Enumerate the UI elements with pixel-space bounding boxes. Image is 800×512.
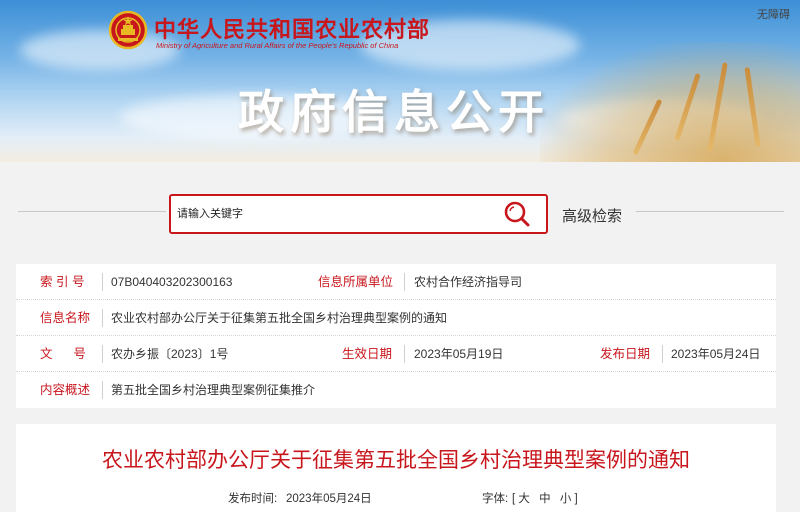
publish-date-label: 发布日期: [600, 347, 651, 361]
summary-value: 第五批全国乡村治理典型案例征集推介: [111, 383, 316, 397]
separator: [102, 345, 103, 363]
separator: [662, 345, 663, 363]
summary-label: 内容概述: [40, 383, 91, 397]
separator: [102, 309, 103, 327]
info-name-value: 农业农村部办公厅关于征集第五批全国乡村治理典型案例的通知: [111, 311, 448, 325]
advanced-search-link[interactable]: 高级检索: [562, 205, 622, 226]
article-title: 农业农村部办公厅关于征集第五批全国乡村治理典型案例的通知: [102, 449, 690, 472]
publish-time-label: 发布时间:: [228, 493, 278, 505]
effective-date-label: 生效日期: [342, 347, 393, 361]
accessibility-link[interactable]: 无障碍: [757, 6, 790, 22]
org-value: 农村合作经济指导司: [414, 275, 523, 289]
national-emblem-icon[interactable]: [108, 10, 148, 50]
effective-date-value: 2023年05月19日: [414, 347, 504, 361]
search-icon: [504, 201, 530, 227]
info-name-label: 信息名称: [40, 311, 91, 325]
org-label: 信息所属单位: [318, 275, 394, 289]
publish-date-value: 2023年05月24日: [671, 347, 761, 361]
page-title: 政府信息公开: [238, 86, 550, 138]
separator: [102, 273, 103, 291]
font-size-small-button[interactable]: 小: [560, 493, 572, 505]
ministry-name[interactable]: 中华人民共和国农业农村部: [154, 12, 430, 44]
doc-number-label: 文 号: [40, 347, 86, 361]
doc-number-value: 农办乡振〔2023〕1号: [111, 347, 229, 361]
font-size-label: 字体:: [482, 493, 509, 505]
article-panel: 农业农村部办公厅关于征集第五批全国乡村治理典型案例的通知 发布时间: 2023年…: [16, 424, 776, 512]
font-size-large-button[interactable]: 大: [518, 493, 530, 505]
publish-time-value: 2023年05月24日: [286, 493, 372, 505]
header-banner: 中华人民共和国农业农村部 Ministry of Agriculture and…: [0, 0, 800, 162]
ministry-name-en: Ministry of Agriculture and Rural Affair…: [156, 41, 399, 50]
index-number-value: 07B040403202300163: [111, 275, 233, 289]
metadata-row: 文 号 农办乡振〔2023〕1号 生效日期 2023年05月19日 发布日期 2…: [16, 336, 776, 372]
metadata-row: 信息名称 农业农村部办公厅关于征集第五批全国乡村治理典型案例的通知: [16, 300, 776, 336]
wheat-decoration: [540, 42, 800, 162]
font-size-medium-button[interactable]: 中: [539, 493, 551, 505]
divider: [18, 211, 166, 212]
separator: [404, 273, 405, 291]
document-metadata-table: 索 引 号 07B040403202300163 信息所属单位 农村合作经济指导…: [16, 264, 776, 408]
font-size-control: [ 大 中 小 ]: [512, 490, 578, 506]
bracket: [: [512, 493, 516, 505]
index-number-label: 索 引 号: [40, 275, 85, 289]
separator: [404, 345, 405, 363]
search-box: [169, 194, 548, 234]
divider: [636, 211, 784, 212]
search-button[interactable]: [500, 197, 534, 231]
bracket: ]: [574, 493, 578, 505]
metadata-row: 内容概述 第五批全国乡村治理典型案例征集推介: [16, 372, 776, 408]
search-section: 高级检索: [0, 162, 800, 258]
search-input[interactable]: [177, 196, 500, 232]
metadata-row: 索 引 号 07B040403202300163 信息所属单位 农村合作经济指导…: [16, 264, 776, 300]
separator: [102, 381, 103, 399]
